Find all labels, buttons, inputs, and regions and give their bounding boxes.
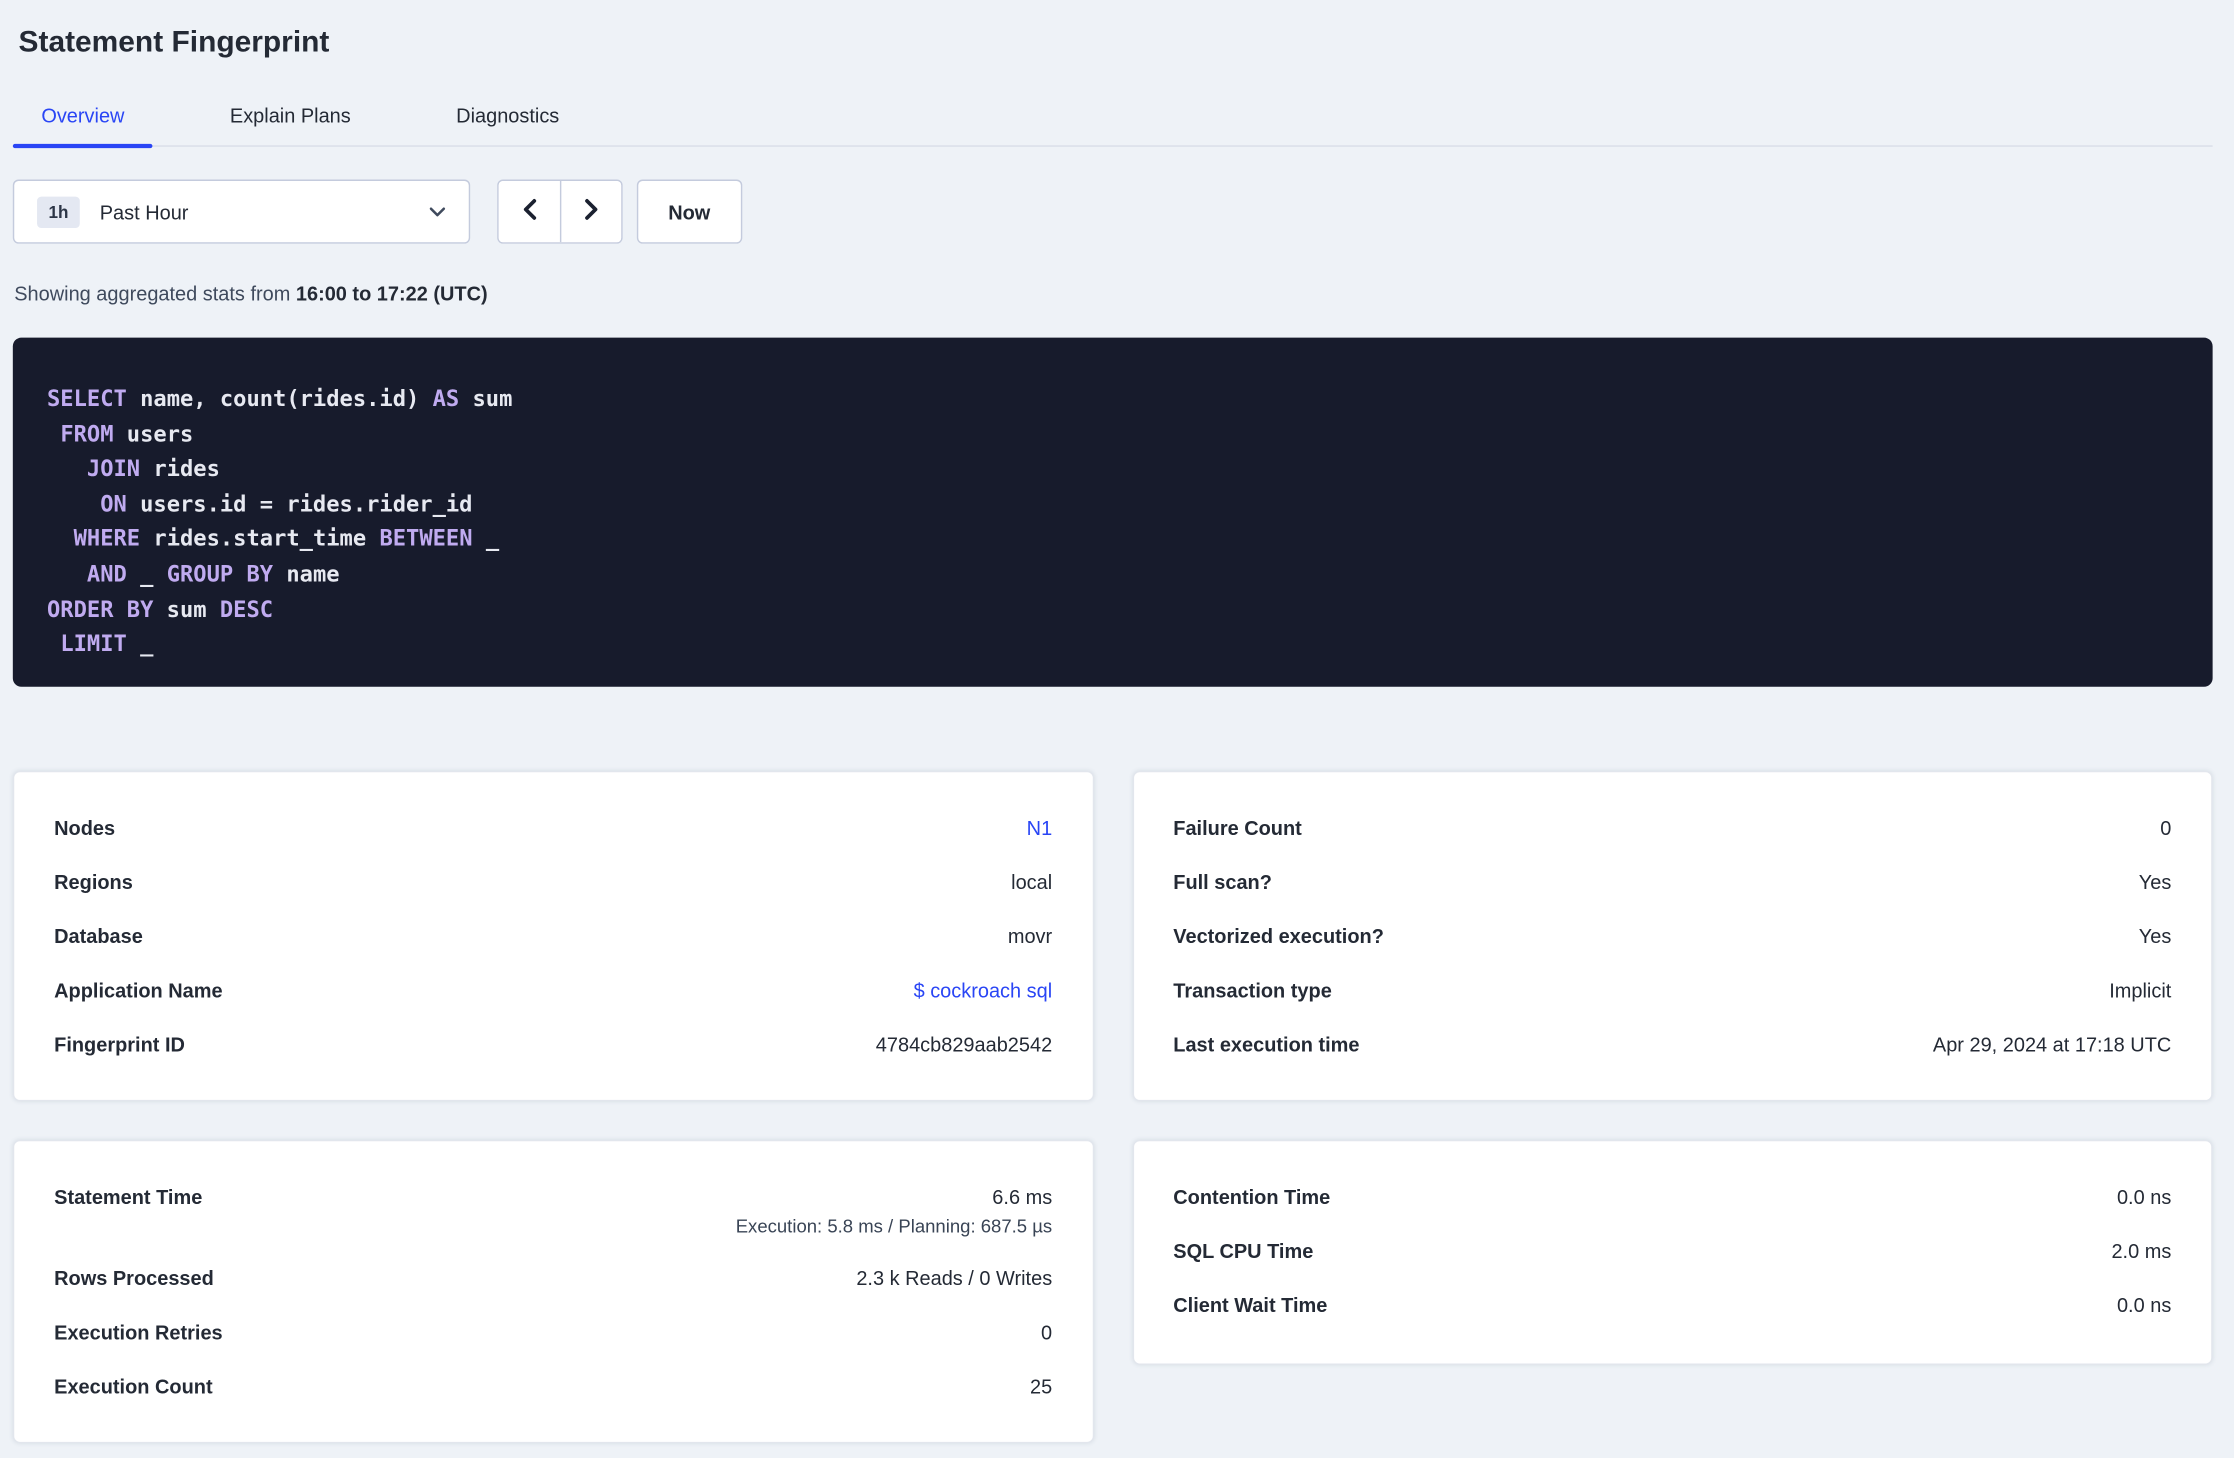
row-transaction-type: Transaction type Implicit bbox=[1173, 963, 2171, 1017]
time-range-dropdown[interactable]: 1h Past Hour bbox=[12, 179, 471, 244]
stat-cards-grid: Nodes N1 Regions local Database movr App… bbox=[12, 770, 2213, 1444]
client-wait-time-value: 0.0 ns bbox=[2116, 1293, 2172, 1317]
row-application-name: Application Name $ cockroach sql bbox=[54, 963, 1052, 1017]
sql-cpu-time-value: 2.0 ms bbox=[2111, 1239, 2172, 1263]
regions-label: Regions bbox=[54, 870, 133, 894]
statement-time-breakdown: Execution: 5.8 ms / Planning: 687.5 µs bbox=[735, 1215, 1053, 1237]
vectorized-execution-label: Vectorized execution? bbox=[1173, 924, 1384, 948]
full-scan-value: Yes bbox=[2138, 870, 2172, 894]
tab-bar: Overview Explain Plans Diagnostics bbox=[12, 91, 2213, 149]
statement-fingerprint-page: Statement Fingerprint Overview Explain P… bbox=[0, 0, 2234, 1458]
tab-explain-plans[interactable]: Explain Plans bbox=[201, 91, 379, 145]
sql-cpu-time-label: SQL CPU Time bbox=[1173, 1239, 1314, 1263]
row-execution-count: Execution Count 25 bbox=[54, 1359, 1052, 1413]
database-label: Database bbox=[54, 924, 143, 948]
execution-count-value: 25 bbox=[1029, 1374, 1053, 1398]
chevron-right-icon bbox=[581, 198, 601, 225]
aggregated-stats-prefix: Showing aggregated stats from bbox=[14, 282, 296, 305]
time-toolbar: 1h Past Hour Now bbox=[12, 179, 2213, 244]
chevron-down-icon bbox=[429, 206, 446, 217]
statement-time-values: 6.6 ms Execution: 5.8 ms / Planning: 687… bbox=[736, 1170, 1052, 1238]
rows-processed-value: 2.3 k Reads / 0 Writes bbox=[856, 1266, 1053, 1290]
time-nav-group bbox=[497, 179, 623, 244]
fingerprint-id-label: Fingerprint ID bbox=[54, 1032, 185, 1056]
application-name-label: Application Name bbox=[54, 978, 223, 1002]
row-contention-time: Contention Time 0.0 ns bbox=[1173, 1170, 2171, 1224]
full-scan-label: Full scan? bbox=[1173, 870, 1272, 894]
contention-time-value: 0.0 ns bbox=[2116, 1185, 2172, 1209]
row-database: Database movr bbox=[54, 909, 1052, 963]
statement-time-label: Statement Time bbox=[54, 1185, 203, 1209]
execution-stats-card: Statement Time 6.6 ms Execution: 5.8 ms … bbox=[12, 1139, 1094, 1444]
execution-count-label: Execution Count bbox=[54, 1374, 213, 1398]
row-full-scan: Full scan? Yes bbox=[1173, 855, 2171, 909]
sql-statement: SELECT name, count(rides.id) AS sum FROM… bbox=[47, 386, 513, 658]
fingerprint-id-value: 4784cb829aab2542 bbox=[875, 1032, 1053, 1056]
execution-retries-value: 0 bbox=[1041, 1320, 1053, 1344]
row-last-execution-time: Last execution time Apr 29, 2024 at 17:1… bbox=[1173, 1017, 2171, 1071]
vectorized-execution-value: Yes bbox=[2138, 924, 2172, 948]
row-statement-time: Statement Time 6.6 ms Execution: 5.8 ms … bbox=[54, 1170, 1052, 1251]
page-title: Statement Fingerprint bbox=[18, 25, 330, 59]
execution-attributes-card: Failure Count 0 Full scan? Yes Vectorize… bbox=[1131, 770, 2213, 1102]
timing-stats-card: Contention Time 0.0 ns SQL CPU Time 2.0 … bbox=[1131, 1139, 2213, 1365]
time-range-badge: 1h bbox=[37, 195, 80, 228]
last-execution-time-value: Apr 29, 2024 at 17:18 UTC bbox=[1932, 1032, 2172, 1056]
next-range-button[interactable] bbox=[559, 180, 622, 243]
statement-details-card: Nodes N1 Regions local Database movr App… bbox=[12, 770, 1094, 1102]
chevron-left-icon bbox=[519, 198, 539, 225]
nodes-label: Nodes bbox=[54, 816, 116, 840]
row-vectorized-execution: Vectorized execution? Yes bbox=[1173, 909, 2171, 963]
contention-time-label: Contention Time bbox=[1173, 1185, 1331, 1209]
previous-range-button[interactable] bbox=[498, 180, 560, 243]
failure-count-value: 0 bbox=[2160, 816, 2172, 840]
now-button[interactable]: Now bbox=[636, 179, 742, 244]
row-rows-processed: Rows Processed 2.3 k Reads / 0 Writes bbox=[54, 1251, 1052, 1305]
row-regions: Regions local bbox=[54, 855, 1052, 909]
row-client-wait-time: Client Wait Time 0.0 ns bbox=[1173, 1278, 2171, 1332]
execution-retries-label: Execution Retries bbox=[54, 1320, 223, 1344]
transaction-type-value: Implicit bbox=[2109, 978, 2172, 1002]
time-range-label: Past Hour bbox=[99, 200, 189, 223]
sql-statement-box: SELECT name, count(rides.id) AS sum FROM… bbox=[12, 337, 2213, 687]
transaction-type-label: Transaction type bbox=[1173, 978, 1332, 1002]
tab-overview[interactable]: Overview bbox=[12, 91, 154, 149]
database-value: movr bbox=[1007, 924, 1053, 948]
last-execution-time-label: Last execution time bbox=[1173, 1032, 1360, 1056]
row-sql-cpu-time: SQL CPU Time 2.0 ms bbox=[1173, 1224, 2171, 1278]
row-nodes: Nodes N1 bbox=[54, 801, 1052, 855]
tab-diagnostics[interactable]: Diagnostics bbox=[428, 91, 588, 145]
application-name-value-link[interactable]: $ cockroach sql bbox=[914, 979, 1053, 1002]
row-fingerprint-id: Fingerprint ID 4784cb829aab2542 bbox=[54, 1017, 1052, 1071]
row-execution-retries: Execution Retries 0 bbox=[54, 1305, 1052, 1359]
aggregated-stats-line: Showing aggregated stats from 16:00 to 1… bbox=[14, 282, 2234, 306]
rows-processed-label: Rows Processed bbox=[54, 1266, 214, 1290]
regions-value: local bbox=[1011, 870, 1053, 894]
row-failure-count: Failure Count 0 bbox=[1173, 801, 2171, 855]
nodes-value-link[interactable]: N1 bbox=[1027, 816, 1053, 839]
client-wait-time-label: Client Wait Time bbox=[1173, 1293, 1328, 1317]
aggregated-stats-range: 16:00 to 17:22 (UTC) bbox=[295, 282, 488, 305]
failure-count-label: Failure Count bbox=[1173, 816, 1302, 840]
